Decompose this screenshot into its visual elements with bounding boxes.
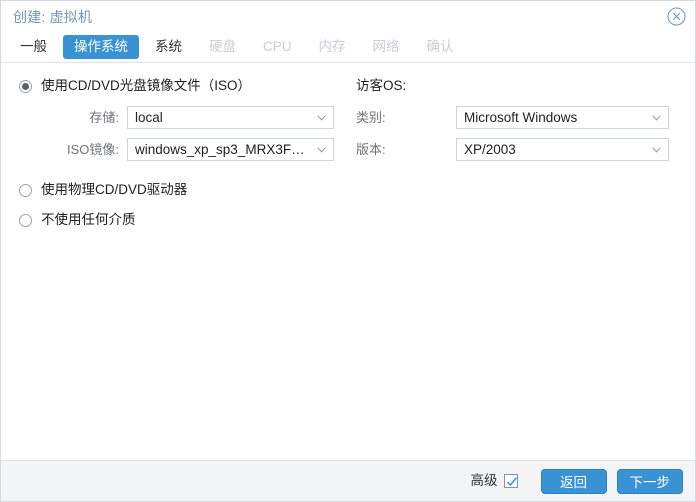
iso-image-value: windows_xp_sp3_MRX3F_47B xyxy=(135,141,311,157)
dialog-title: 创建: 虚拟机 xyxy=(13,8,93,25)
dialog-titlebar: 创建: 虚拟机 xyxy=(1,1,695,32)
wizard-tabbar: 一般 操作系统 系统 硬盘 CPU 内存 网络 确认 xyxy=(1,32,695,63)
advanced-checkbox[interactable] xyxy=(503,474,518,488)
tab-os[interactable]: 操作系统 xyxy=(63,35,139,59)
storage-select[interactable]: local xyxy=(127,106,334,129)
radio-label-iso: 使用CD/DVD光盘镜像文件（ISO） xyxy=(41,78,252,93)
radio-label-physical-drive: 使用物理CD/DVD驱动器 xyxy=(41,182,188,197)
media-source-group: 使用CD/DVD光盘镜像文件（ISO） 存储: local ISO镜像: win… xyxy=(19,75,349,231)
create-vm-dialog: 创建: 虚拟机 一般 操作系统 系统 硬盘 CPU 内存 网络 确认 使用CD/… xyxy=(0,0,696,502)
next-button[interactable]: 下一步 xyxy=(616,468,683,494)
radio-indicator-no-media[interactable] xyxy=(19,213,32,227)
radio-option-iso[interactable]: 使用CD/DVD光盘镜像文件（ISO） xyxy=(19,75,349,97)
tab-cpu: CPU xyxy=(263,39,292,54)
tab-confirm: 确认 xyxy=(426,39,454,54)
tab-general[interactable]: 一般 xyxy=(9,35,58,59)
storage-field-row: 存储: local xyxy=(19,106,349,129)
chevron-down-icon xyxy=(652,114,661,121)
radio-indicator-physical-drive[interactable] xyxy=(19,183,32,197)
storage-label: 存储: xyxy=(89,109,119,125)
iso-image-label: ISO镜像: xyxy=(66,141,119,157)
storage-value: local xyxy=(135,109,163,125)
os-version-select[interactable]: XP/2003 xyxy=(456,138,669,161)
dialog-content: 使用CD/DVD光盘镜像文件（ISO） 存储: local ISO镜像: win… xyxy=(1,63,695,460)
os-version-value: XP/2003 xyxy=(464,141,516,157)
check-icon xyxy=(506,477,517,487)
os-category-value: Microsoft Windows xyxy=(464,109,578,125)
iso-image-select[interactable]: windows_xp_sp3_MRX3F_47B xyxy=(127,138,334,161)
radio-option-no-media[interactable]: 不使用任何介质 xyxy=(19,209,349,231)
os-category-field-row: 类别: Microsoft Windows xyxy=(356,106,681,129)
dialog-footer: 高级 返回 下一步 xyxy=(1,460,695,501)
close-icon[interactable] xyxy=(667,7,686,26)
tab-memory: 内存 xyxy=(318,39,346,54)
radio-indicator-iso[interactable] xyxy=(19,79,32,93)
os-version-field-row: 版本: XP/2003 xyxy=(356,138,681,161)
os-version-label: 版本: xyxy=(356,141,386,157)
advanced-toggle[interactable]: 高级 xyxy=(471,473,518,489)
chevron-down-icon xyxy=(317,146,326,153)
guest-os-title: 访客OS: xyxy=(356,78,407,93)
advanced-label: 高级 xyxy=(470,473,498,488)
os-category-select[interactable]: Microsoft Windows xyxy=(456,106,669,129)
tab-system[interactable]: 系统 xyxy=(144,35,193,59)
os-category-label: 类别: xyxy=(356,109,386,125)
back-button[interactable]: 返回 xyxy=(540,468,607,494)
chevron-down-icon xyxy=(652,146,661,153)
iso-image-field-row: ISO镜像: windows_xp_sp3_MRX3F_47B xyxy=(19,138,349,161)
radio-label-no-media: 不使用任何介质 xyxy=(41,212,136,227)
tab-network: 网络 xyxy=(372,39,400,54)
radio-option-physical-drive[interactable]: 使用物理CD/DVD驱动器 xyxy=(19,179,349,201)
chevron-down-icon xyxy=(317,114,326,121)
tab-harddisk: 硬盘 xyxy=(209,39,236,54)
guest-os-group: 访客OS: 类别: Microsoft Windows 版本: XP/2003 xyxy=(356,75,681,161)
